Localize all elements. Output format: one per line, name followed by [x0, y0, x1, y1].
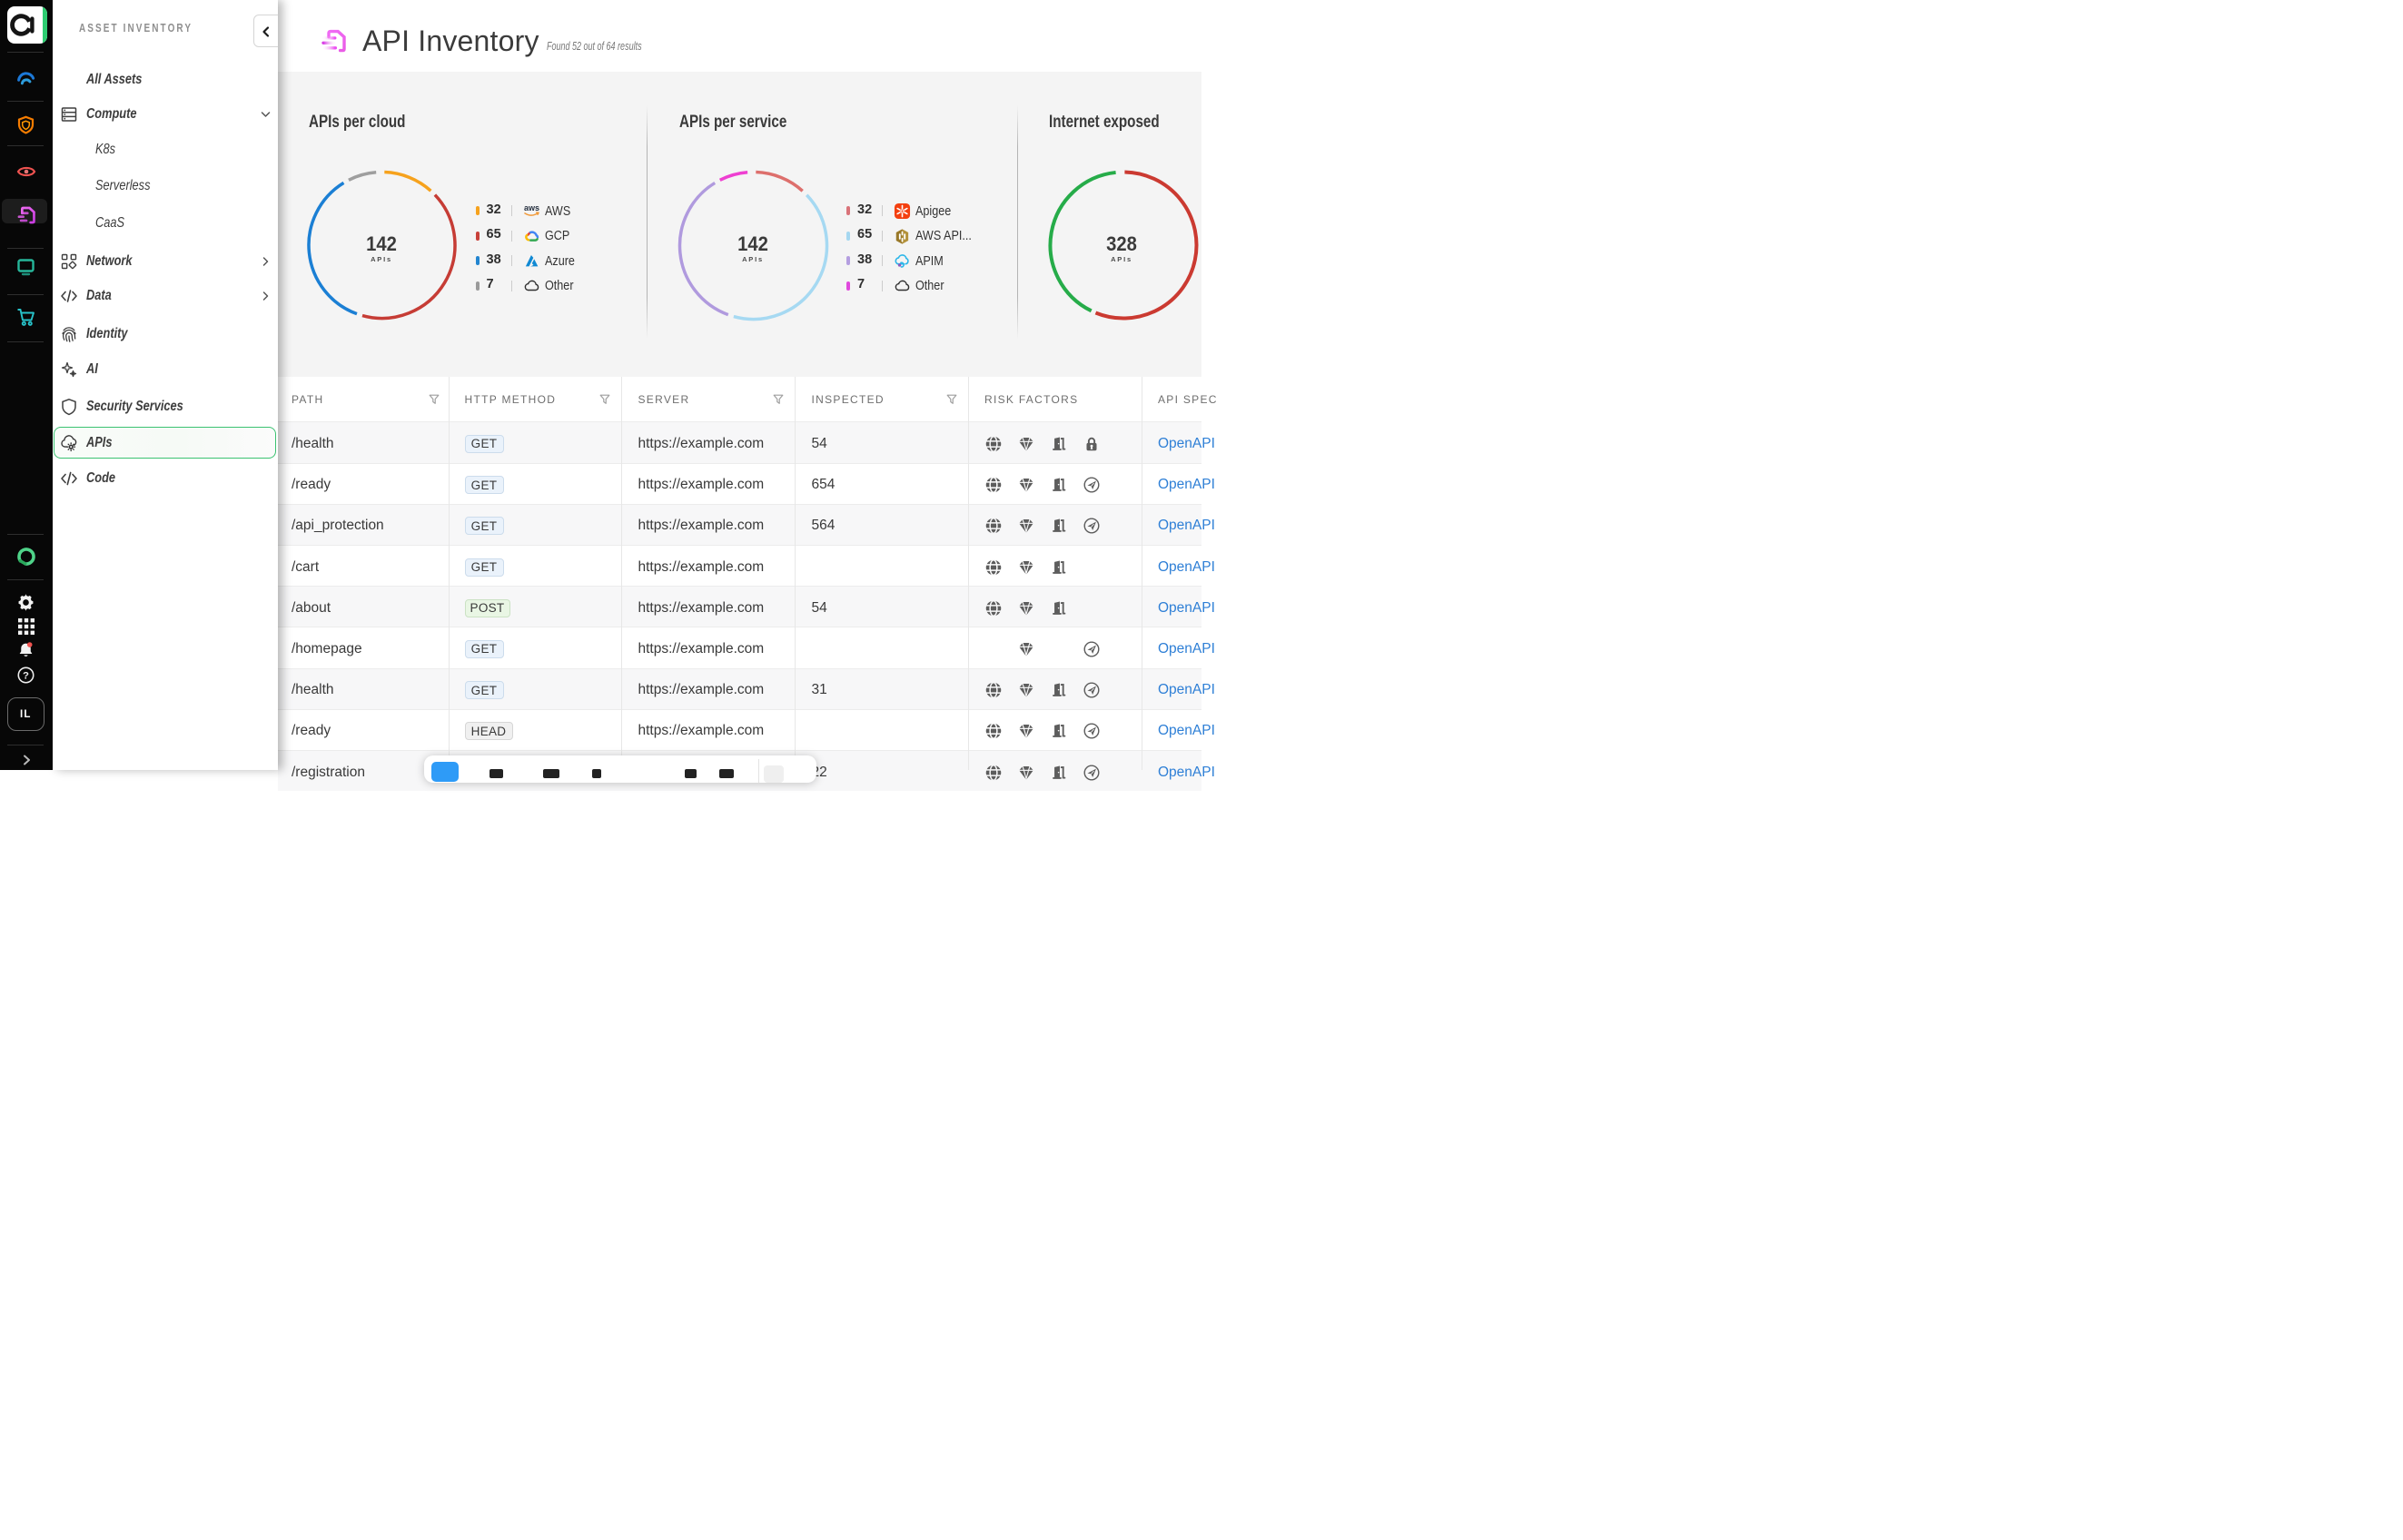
svg-text:?: ?: [23, 671, 29, 682]
svg-text:aws: aws: [523, 203, 539, 212]
